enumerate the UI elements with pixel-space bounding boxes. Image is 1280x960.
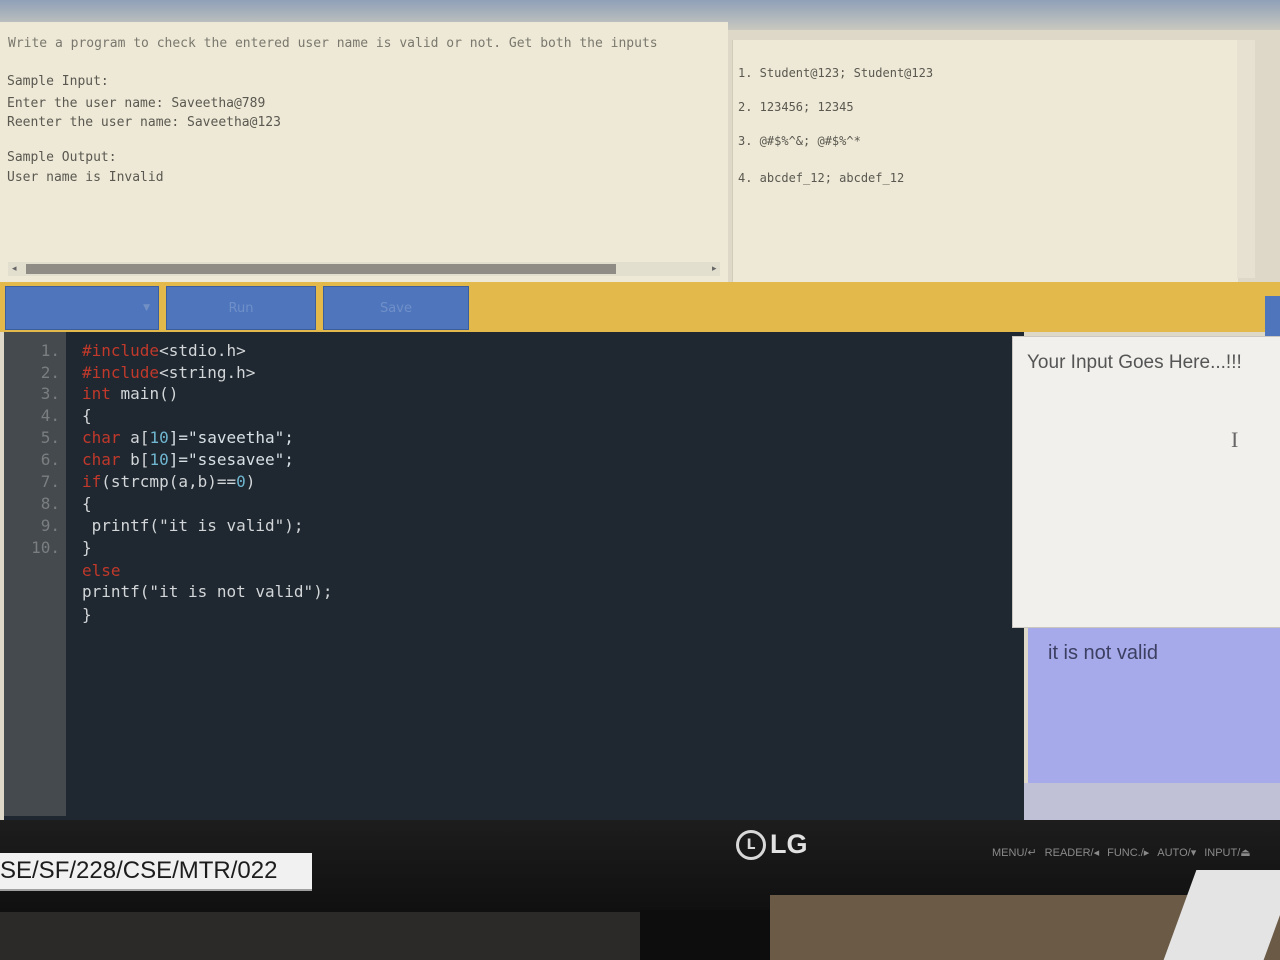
monitor-control-label[interactable]: READER/◂ xyxy=(1045,846,1099,859)
monitor-control-label[interactable]: INPUT/⏏ xyxy=(1204,846,1250,859)
line-number: 5. xyxy=(40,428,60,447)
line-number: 10. xyxy=(31,538,60,557)
custom-input-area[interactable]: Your Input Goes Here...!!! I xyxy=(1012,336,1280,628)
problem-statement-pane: Write a program to check the entered use… xyxy=(0,22,728,282)
text-cursor-icon: I xyxy=(1231,427,1239,452)
code-line: } xyxy=(82,538,92,557)
monitor-control-label[interactable]: FUNC./▸ xyxy=(1107,846,1149,859)
toolbar-edge-button[interactable] xyxy=(1265,296,1280,336)
line-number: 9. xyxy=(40,516,60,535)
code-line: int main() xyxy=(82,384,179,403)
scrollbar-thumb[interactable] xyxy=(26,264,616,274)
input-placeholder: Your Input Goes Here...!!! xyxy=(1027,352,1242,373)
sample-input-heading: Sample Input: xyxy=(7,74,109,89)
monitor-screen: Write a program to check the entered use… xyxy=(0,0,1280,825)
sample-input-line-1: Enter the user name: Saveetha@789 xyxy=(7,96,266,111)
line-number: 3. xyxy=(40,384,60,403)
problem-horizontal-scrollbar[interactable]: ◂ ▸ xyxy=(8,262,720,276)
toolbar: ▼ Run Save xyxy=(0,282,1280,332)
test-case: 2. 123456; 12345 xyxy=(738,100,854,114)
test-case: 3. @#$%^&; @#$%^* xyxy=(738,134,861,148)
code-line: #include<string.h> xyxy=(82,363,256,382)
lg-logo-icon: L xyxy=(736,829,766,860)
scroll-left-icon[interactable]: ◂ xyxy=(12,262,17,276)
line-number: 6. xyxy=(40,450,60,469)
code-line: #include<stdio.h> xyxy=(82,341,246,360)
line-number: 4. xyxy=(40,406,60,425)
chevron-down-icon: ▼ xyxy=(143,303,150,313)
monitor-control-labels: MENU/↵ READER/◂ FUNC./▸ AUTO/▾ INPUT/⏏ xyxy=(992,846,1251,859)
language-select[interactable]: ▼ xyxy=(5,286,159,330)
asset-tag-text: SE/SF/228/CSE/MTR/022 xyxy=(0,857,278,884)
code-line: { xyxy=(82,406,92,425)
output-panel-footer xyxy=(1024,783,1280,823)
code-line: char b[10]="ssesavee"; xyxy=(82,450,294,469)
code-line: printf("it is not valid"); xyxy=(82,582,333,601)
lg-logo: L LG xyxy=(736,829,808,860)
monitor-stand xyxy=(640,910,770,960)
asset-tag-label: SE/SF/228/CSE/MTR/022 xyxy=(0,853,312,891)
output-panel: it is not valid xyxy=(1028,628,1280,783)
sample-output-line: User name is Invalid xyxy=(7,170,164,185)
line-number: 8. xyxy=(40,494,60,513)
run-button[interactable]: Run xyxy=(166,286,316,330)
output-text: it is not valid xyxy=(1048,642,1159,664)
save-button[interactable]: Save xyxy=(323,286,469,330)
line-number: 7. xyxy=(40,472,60,491)
code-line: } xyxy=(82,605,92,624)
test-cases-vertical-scrollbar[interactable] xyxy=(1237,40,1255,278)
monitor-control-label[interactable]: AUTO/▾ xyxy=(1157,846,1196,859)
sample-output-heading: Sample Output: xyxy=(7,150,117,165)
test-cases-pane: 1. Student@123; Student@123 2. 123456; 1… xyxy=(732,40,1238,290)
brand-name: LG xyxy=(770,829,808,859)
code-line: else xyxy=(82,561,121,580)
line-number: 1. xyxy=(40,341,60,360)
code-editor[interactable]: 1. 2. 3. 4. 5. 6. 7. 8. 9. 10. #include<… xyxy=(4,332,1024,822)
sample-input-line-2: Reenter the user name: Saveetha@123 xyxy=(7,115,281,130)
line-number: 2. xyxy=(40,363,60,382)
problem-statement: Write a program to check the entered use… xyxy=(8,36,658,51)
line-number-gutter: 1. 2. 3. 4. 5. 6. 7. 8. 9. 10. xyxy=(4,332,66,816)
code-line: printf("it is valid"); xyxy=(82,516,304,535)
test-case: 4. abcdef_12; abcdef_12 xyxy=(738,171,905,185)
test-case: 1. Student@123; Student@123 xyxy=(738,66,934,80)
code-line: char a[10]="saveetha"; xyxy=(82,428,294,447)
monitor-control-label[interactable]: MENU/↵ xyxy=(992,846,1037,859)
code-line: if(strcmp(a,b)==0) xyxy=(82,472,256,491)
scroll-right-icon[interactable]: ▸ xyxy=(712,262,717,276)
code-line: { xyxy=(82,494,92,513)
